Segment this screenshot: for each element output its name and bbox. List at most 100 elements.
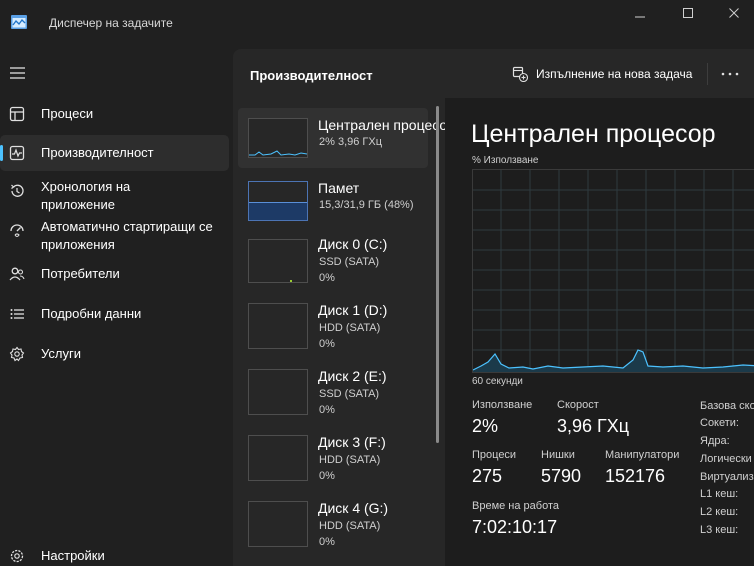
disk2-thumbnail-graph [248, 369, 308, 415]
device-item-disk0[interactable]: Диск 0 (C:) SSD (SATA) 0% [238, 231, 428, 297]
device-item-disk4[interactable]: Диск 4 (G:) HDD (SATA) 0% [238, 495, 428, 561]
nav-label-services: Услуги [41, 346, 81, 361]
device-item-disk2[interactable]: Диск 2 (E:) SSD (SATA) 0% [238, 363, 428, 429]
device-type: HDD (SATA) [319, 520, 381, 532]
cpu-thumbnail-graph [248, 118, 308, 158]
threads-label: Нишки [541, 449, 575, 461]
task-manager-icon [11, 15, 27, 29]
logical-processors-label: Логически [700, 453, 752, 465]
nav-label-startup-apps: Автоматично стартиращи се приложения [41, 219, 213, 252]
graph-time-label: 60 секунди [472, 376, 523, 387]
nav-item-startup-apps[interactable]: Автоматично стартиращи се приложения [0, 216, 229, 256]
run-new-task-button[interactable]: Изпълнение на нова задача [512, 66, 692, 82]
active-indicator [0, 145, 3, 161]
nav-item-details[interactable]: Подробни данни [0, 296, 229, 332]
device-type: SSD (SATA) [319, 388, 380, 400]
virtualization-label: Виртуализ [700, 471, 754, 483]
graph-usage-label: % Използване [472, 155, 539, 166]
base-speed-label: Базова ско [700, 400, 754, 412]
device-item-cpu[interactable]: Централен процесор 2% 3,96 ГХц [238, 108, 455, 168]
maximize-button[interactable] [668, 2, 708, 24]
device-stats: 15,3/31,9 ГБ (48%) [319, 199, 414, 211]
cpu-detail-pane: Централен процесор % Използване 60 секун… [445, 98, 754, 566]
close-icon [729, 8, 739, 18]
usage-value: 2% [472, 416, 499, 436]
l2-cache-label: L2 кеш: [700, 506, 739, 518]
users-icon [8, 265, 26, 283]
disk3-thumbnail-graph [248, 435, 308, 481]
device-name: Диск 3 (F:) [318, 434, 386, 450]
page-title: Производителност [250, 68, 373, 83]
device-item-disk3[interactable]: Диск 3 (F:) HDD (SATA) 0% [238, 429, 428, 495]
l3-cache-label: L3 кеш: [700, 524, 739, 536]
nav-label-details: Подробни данни [41, 306, 142, 321]
uptime-label: Време на работа [472, 500, 560, 512]
device-usage: 0% [319, 338, 335, 350]
performance-icon [8, 144, 26, 162]
device-stats: 2% 3,96 ГХц [319, 136, 383, 148]
hamburger-menu-icon[interactable] [9, 65, 27, 81]
nav-label-settings: Настройки [41, 548, 105, 563]
run-task-icon [512, 66, 528, 82]
device-usage: 0% [319, 470, 335, 482]
handles-label: Манипулатори [605, 449, 680, 461]
maximize-icon [683, 8, 693, 18]
minimize-icon [635, 16, 645, 18]
speed-value: 3,96 ГХц [557, 416, 630, 436]
details-icon [8, 305, 26, 323]
device-usage: 0% [319, 404, 335, 416]
usage-label: Използване [472, 399, 533, 411]
close-button[interactable] [714, 2, 754, 24]
device-name: Диск 1 (D:) [318, 302, 388, 318]
nav-item-app-history[interactable]: Хронология на приложение [0, 176, 229, 216]
detail-title: Централен процесор [471, 120, 716, 148]
main-panel: Производителност Изпълнение на нова зада… [233, 49, 754, 566]
run-task-label: Изпълнение на нова задача [536, 67, 693, 81]
device-name: Диск 0 (C:) [318, 236, 388, 252]
threads-value: 5790 [541, 466, 582, 486]
device-name: Памет [318, 180, 360, 196]
toolbar-divider [707, 63, 708, 85]
sockets-label: Сокети: [700, 417, 739, 429]
device-name: Диск 2 (E:) [318, 368, 387, 384]
nav-label-users: Потребители [41, 266, 120, 281]
startup-icon [8, 222, 26, 240]
disk0-thumbnail-graph [248, 239, 308, 283]
cores-label: Ядра: [700, 435, 730, 447]
more-options-icon[interactable] [720, 71, 740, 77]
nav-item-users[interactable]: Потребители [0, 256, 229, 292]
nav-item-processes[interactable]: Процеси [0, 96, 229, 132]
minimize-button[interactable] [620, 2, 660, 24]
nav-label-performance: Производителност [41, 145, 154, 160]
processes-label: Процеси [472, 449, 517, 461]
nav-item-services[interactable]: Услуги [0, 336, 229, 372]
device-list-scrollbar[interactable] [436, 106, 439, 443]
device-type: SSD (SATA) [319, 256, 380, 268]
app-title: Диспечер на задачите [49, 16, 173, 30]
device-item-disk1[interactable]: Диск 1 (D:) HDD (SATA) 0% [238, 297, 428, 363]
speed-label: Скорост [557, 399, 599, 411]
history-icon [8, 182, 26, 200]
device-item-memory[interactable]: Памет 15,3/31,9 ГБ (48%) [238, 171, 428, 231]
device-name: Диск 4 (G:) [318, 500, 389, 516]
services-icon [8, 345, 26, 363]
nav-label-processes: Процеси [41, 106, 94, 121]
l1-cache-label: L1 кеш: [700, 488, 739, 500]
handles-value: 152176 [605, 466, 666, 486]
nav-item-performance[interactable]: Производителност [0, 135, 229, 171]
settings-icon [8, 547, 26, 565]
disk1-thumbnail-graph [248, 303, 308, 349]
device-type: HDD (SATA) [319, 322, 381, 334]
uptime-value: 7:02:10:17 [472, 517, 558, 537]
title-bar: Диспечер на задачите [0, 0, 754, 48]
cpu-usage-graph [472, 169, 754, 373]
nav-label-app-history: Хронология на приложение [41, 179, 131, 212]
device-type: HDD (SATA) [319, 454, 381, 466]
device-usage: 0% [319, 272, 335, 284]
processes-value: 275 [472, 466, 503, 486]
disk4-thumbnail-graph [248, 501, 308, 547]
memory-thumbnail-graph [248, 181, 308, 221]
nav-item-settings[interactable]: Настройки [0, 538, 229, 566]
device-name: Централен процесор [318, 117, 455, 133]
processes-icon [8, 105, 26, 123]
